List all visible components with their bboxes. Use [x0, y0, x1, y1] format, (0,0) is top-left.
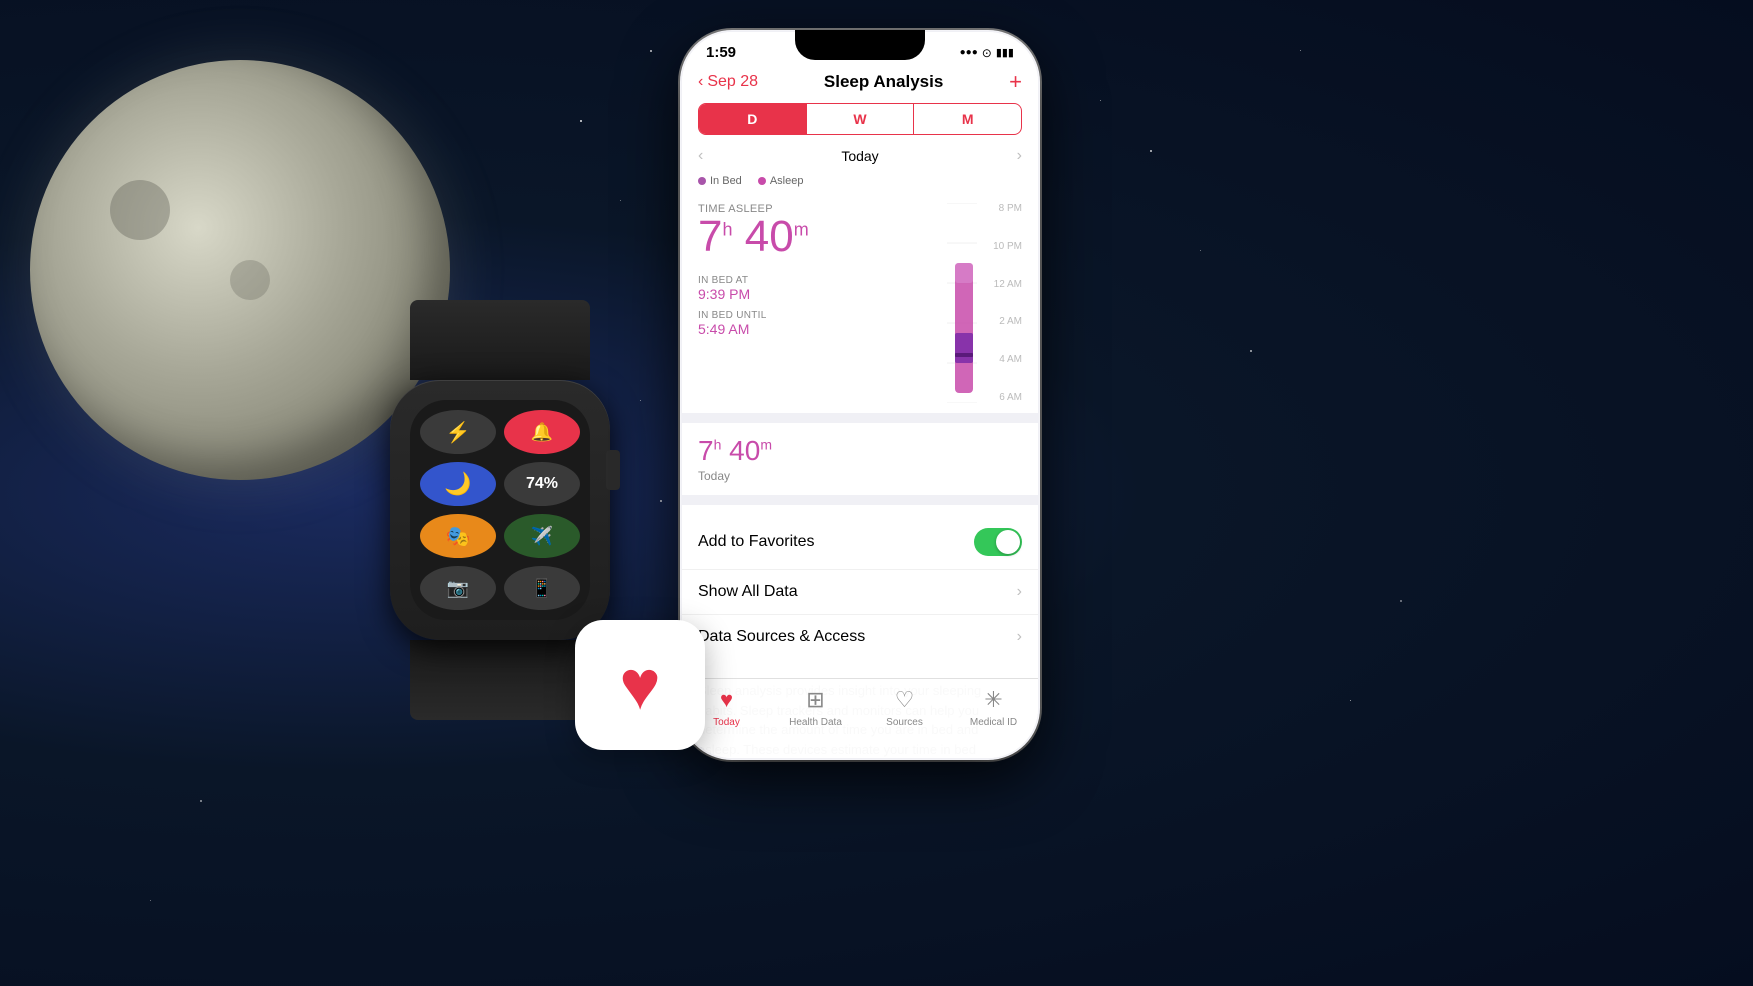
status-time: 1:59 [706, 44, 736, 61]
favorites-toggle[interactable] [974, 528, 1022, 556]
data-sources-right: › [1017, 628, 1022, 646]
tab-health-data-label: Health Data [789, 717, 842, 728]
hours-suffix: h [722, 219, 732, 239]
show-all-data-label: Show All Data [698, 583, 798, 601]
in-bed-until-value: 5:49 AM [698, 321, 922, 337]
watch-camera-button: 📷 [420, 566, 496, 610]
tab-health-data[interactable]: ⊞ Health Data [771, 687, 860, 728]
watch-phone-button: 📱 [504, 566, 580, 610]
sleep-summary-section: 7h 40m Today [682, 423, 1038, 495]
health-app-icon-popup: ♥ [575, 620, 705, 750]
favorites-toggle-container [974, 528, 1022, 556]
summary-hours: 7 [698, 435, 714, 466]
action-section: Add to Favorites Show All Data › Data So… [682, 515, 1038, 659]
data-sources-row[interactable]: Data Sources & Access › [682, 615, 1038, 659]
summary-duration: 7h 40m [698, 435, 1022, 467]
next-date-button[interactable]: › [1017, 147, 1022, 165]
back-button[interactable]: ‹ Sep 28 [698, 73, 758, 91]
time-asleep-label: TIME ASLEEP [698, 203, 922, 215]
show-all-data-row[interactable]: Show All Data › [682, 570, 1038, 615]
sleep-chart-svg [927, 203, 1017, 403]
tab-today-icon: ♥ [720, 687, 733, 713]
sleep-info-left: TIME ASLEEP 7h 40m IN BED AT 9:39 PM IN … [698, 203, 922, 345]
watch-band-bottom [410, 640, 590, 720]
sleep-hours: 7 [698, 212, 722, 261]
watch-theater-button: 🎭 [420, 514, 496, 558]
bed-info: IN BED AT 9:39 PM IN BED UNTIL 5:49 AM [698, 275, 922, 337]
tab-medical-id[interactable]: ✳ Medical ID [949, 687, 1038, 728]
show-all-data-right: › [1017, 583, 1022, 601]
sleep-chart: 8 PM 10 PM 12 AM 2 AM 4 AM 6 AM [922, 203, 1022, 403]
sleep-minutes: 40 [745, 212, 794, 261]
back-chevron-icon: ‹ [698, 73, 703, 91]
data-sources-chevron-icon: › [1017, 628, 1022, 646]
iphone-body: 1:59 ●●● ⊙ ▮▮▮ ‹ Sep 28 Sleep Analysis +… [680, 30, 1040, 760]
sleep-duration: 7h 40m [698, 215, 922, 259]
page-title: Sleep Analysis [824, 72, 943, 92]
summary-date-label: Today [698, 469, 1022, 483]
watch-moon-button: 🌙 [420, 462, 496, 506]
tab-sources[interactable]: ♡ Sources [860, 687, 949, 728]
add-to-favorites-row[interactable]: Add to Favorites [682, 515, 1038, 570]
watch-bell-button: 🔔 [504, 410, 580, 454]
section-divider-2 [682, 495, 1038, 505]
iphone: 1:59 ●●● ⊙ ▮▮▮ ‹ Sep 28 Sleep Analysis +… [680, 30, 1040, 760]
watch-battery-button: 74% [504, 462, 580, 506]
period-day-button[interactable]: D [699, 104, 806, 134]
tab-sources-label: Sources [886, 717, 923, 728]
date-navigation: ‹ Today › [682, 143, 1038, 169]
period-week-button[interactable]: W [806, 104, 915, 134]
minutes-suffix: m [794, 219, 809, 239]
health-heart-icon: ♥ [619, 645, 661, 725]
iphone-notch [795, 30, 925, 60]
legend-in-bed-dot [698, 177, 706, 185]
signal-icon: ●●● [960, 47, 978, 58]
tab-medical-id-icon: ✳ [984, 687, 1002, 713]
legend-in-bed-label: In Bed [710, 175, 742, 187]
watch-airplane-button: ✈️ [504, 514, 580, 558]
legend-asleep-dot [758, 177, 766, 185]
in-bed-until-label: IN BED UNTIL [698, 310, 922, 321]
in-bed-at-label: IN BED AT [698, 275, 922, 286]
legend-asleep-label: Asleep [770, 175, 804, 187]
add-button[interactable]: + [1009, 69, 1022, 95]
wifi-icon: ⊙ [982, 46, 992, 60]
data-sources-label: Data Sources & Access [698, 628, 865, 646]
nav-header: ‹ Sep 28 Sleep Analysis + [682, 65, 1038, 103]
watch-flashlight-button: ⚡ [420, 410, 496, 454]
legend-in-bed: In Bed [698, 175, 742, 187]
tab-sources-icon: ♡ [895, 687, 915, 713]
watch-crown [606, 450, 620, 490]
battery-icon: ▮▮▮ [996, 46, 1014, 59]
summary-minutes: 40 [729, 435, 760, 466]
tab-health-data-icon: ⊞ [806, 687, 824, 713]
sleep-data-section: TIME ASLEEP 7h 40m IN BED AT 9:39 PM IN … [682, 193, 1038, 413]
section-divider-1 [682, 413, 1038, 423]
iphone-screen: 1:59 ●●● ⊙ ▮▮▮ ‹ Sep 28 Sleep Analysis +… [682, 32, 1038, 758]
add-to-favorites-label: Add to Favorites [698, 533, 815, 551]
show-all-data-chevron-icon: › [1017, 583, 1022, 601]
tab-bar: ♥ Today ⊞ Health Data ♡ Sources ✳ Medica… [682, 678, 1038, 758]
back-label: Sep 28 [707, 73, 758, 91]
status-icons: ●●● ⊙ ▮▮▮ [960, 46, 1014, 60]
watch-screen: ⚡ 🔔 🌙 74% 🎭 ✈️ 📷 📱 [410, 400, 590, 620]
period-month-button[interactable]: M [914, 104, 1021, 134]
summary-minutes-suffix: m [760, 437, 772, 453]
current-date-label: Today [841, 148, 878, 164]
watch-body: ⚡ 🔔 🌙 74% 🎭 ✈️ 📷 📱 [390, 380, 610, 640]
tab-today-label: Today [713, 717, 740, 728]
in-bed-at-value: 9:39 PM [698, 286, 922, 302]
in-bed-until-row: IN BED UNTIL 5:49 AM [698, 310, 922, 337]
watch-band-top [410, 300, 590, 380]
summary-hours-suffix: h [714, 437, 722, 453]
tab-medical-id-label: Medical ID [970, 717, 1017, 728]
period-selector: D W M [698, 103, 1022, 135]
legend-asleep: Asleep [758, 175, 804, 187]
sleep-legend: In Bed Asleep [682, 169, 1038, 193]
in-bed-at-row: IN BED AT 9:39 PM [698, 275, 922, 302]
prev-date-button[interactable]: ‹ [698, 147, 703, 165]
